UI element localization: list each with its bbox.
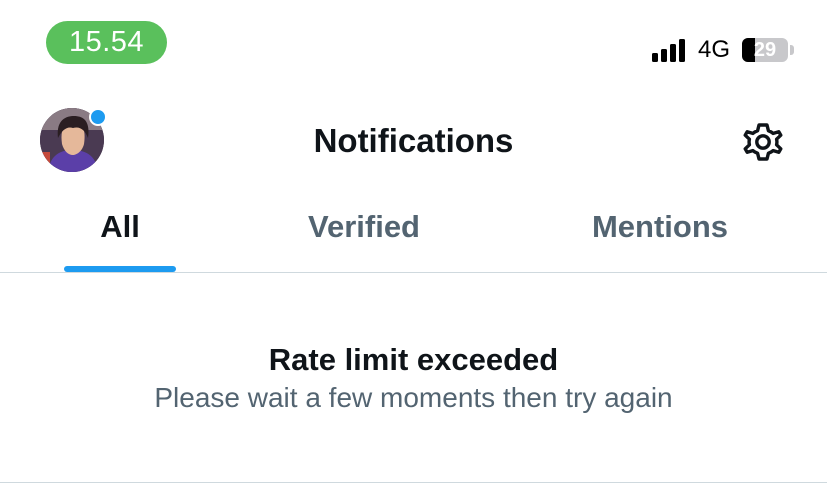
settings-button[interactable]: [740, 119, 786, 165]
notifications-screen: 15.54 4G 29 Notifications All Verified M…: [0, 0, 827, 502]
error-title: Rate limit exceeded: [268, 342, 559, 377]
cellular-signal-icon: [652, 38, 690, 62]
tab-all[interactable]: All: [60, 200, 180, 272]
battery-icon: 29: [742, 38, 788, 62]
status-time[interactable]: 15.54: [46, 21, 167, 64]
gear-icon: [743, 123, 783, 161]
network-type: 4G: [698, 36, 731, 63]
tabs-divider: [0, 272, 827, 273]
error-subtitle: Please wait a few moments then try again: [154, 382, 673, 413]
battery-level: 29: [753, 39, 777, 61]
notification-tabs: All Verified Mentions: [0, 200, 827, 272]
battery-tip: [790, 45, 794, 55]
page-title: Notifications: [313, 122, 514, 159]
tab-mentions[interactable]: Mentions: [570, 200, 750, 272]
tab-verified[interactable]: Verified: [284, 200, 444, 272]
bottom-divider: [0, 482, 827, 483]
